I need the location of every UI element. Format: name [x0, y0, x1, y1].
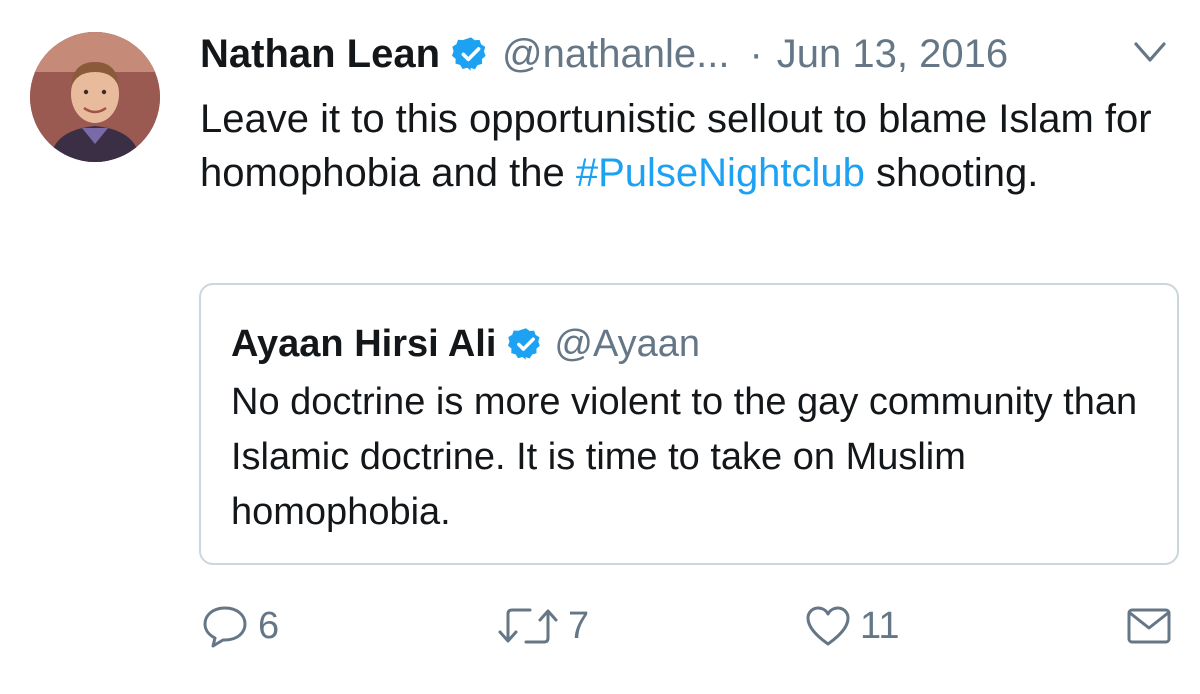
direct-message-button[interactable] [1126, 596, 1172, 656]
tweet-header: Nathan Lean @nathanle... · Jun 13, 2016 [200, 26, 1170, 82]
separator-dot: · [749, 31, 763, 76]
reply-icon [203, 606, 247, 648]
tweet-text-after: shooting. [864, 151, 1039, 195]
verified-icon [508, 328, 541, 360]
chevron-down-icon[interactable] [1130, 38, 1170, 68]
tweet-actions: 6 7 11 [0, 596, 1200, 656]
quoted-author-handle: @Ayaan [554, 322, 701, 365]
like-button[interactable]: 11 [804, 596, 899, 656]
verified-icon [452, 37, 486, 71]
reply-button[interactable]: 6 [200, 596, 279, 656]
avatar-image [30, 32, 160, 162]
quoted-author-name: Ayaan Hirsi Ali [231, 322, 497, 365]
author-name[interactable]: Nathan Lean [200, 32, 440, 77]
author-handle[interactable]: @nathanle... [502, 32, 729, 77]
retweet-icon [498, 608, 558, 644]
quoted-tweet-card[interactable]: Ayaan Hirsi Ali @Ayaan No doctrine is mo… [199, 283, 1179, 565]
heart-icon [806, 606, 850, 646]
like-count: 11 [860, 604, 900, 647]
avatar[interactable] [30, 32, 160, 162]
retweet-button[interactable]: 7 [496, 596, 589, 656]
envelope-icon [1127, 608, 1171, 644]
reply-count: 6 [258, 604, 280, 647]
retweet-count: 7 [568, 604, 590, 647]
tweet-date[interactable]: Jun 13, 2016 [777, 32, 1008, 77]
hashtag-link[interactable]: #PulseNightclub [576, 151, 865, 195]
quoted-tweet-header: Ayaan Hirsi Ali @Ayaan [231, 319, 700, 369]
tweet-text: Leave it to this opportunistic sellout t… [200, 92, 1160, 200]
quoted-tweet-text: No doctrine is more violent to the gay c… [231, 381, 1138, 533]
